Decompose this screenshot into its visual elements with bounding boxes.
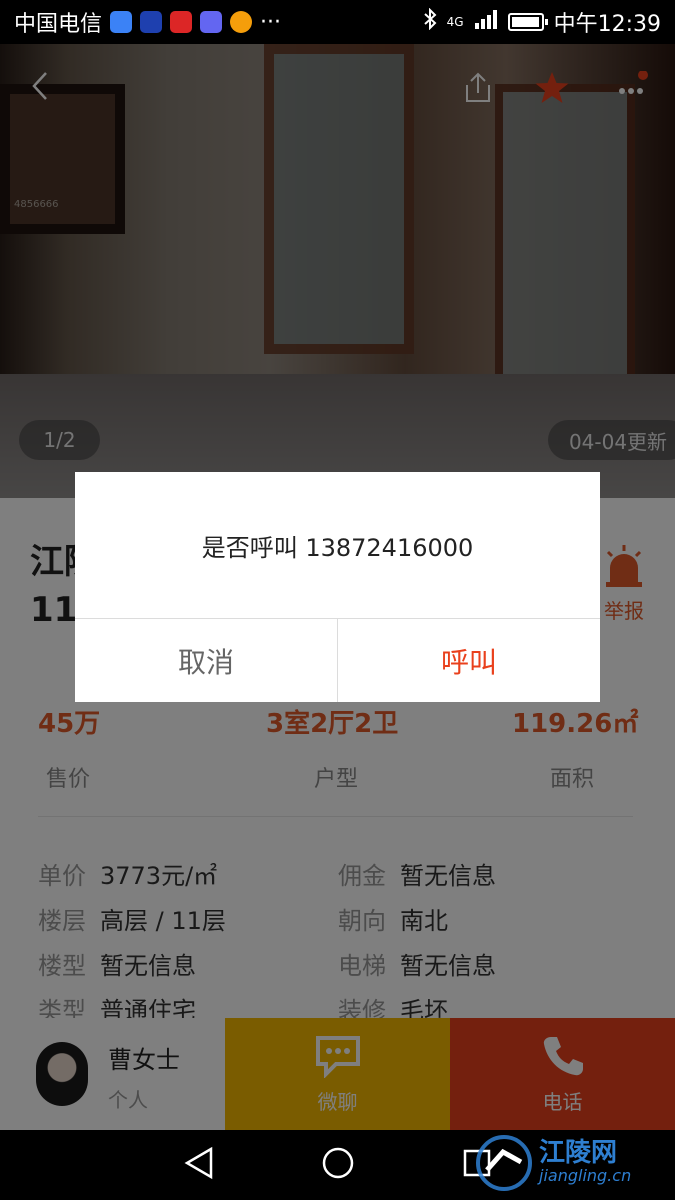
watermark: 江陵网 jiangling.cn bbox=[473, 1132, 663, 1194]
clock: 中午12:39 bbox=[553, 12, 661, 37]
watermark-logo-icon bbox=[476, 1135, 532, 1191]
nav-back-button[interactable] bbox=[183, 1146, 215, 1184]
watermark-url: jiangling.cn bbox=[539, 1166, 632, 1185]
bluetooth-icon bbox=[423, 7, 437, 36]
call-confirm-dialog: 是否呼叫 13872416000 取消 呼叫 bbox=[75, 472, 600, 702]
call-button[interactable]: 呼叫 bbox=[338, 619, 600, 702]
network-type-label: 4G bbox=[446, 15, 464, 29]
watermark-name: 江陵网 bbox=[539, 1138, 618, 1168]
nav-home-button[interactable] bbox=[321, 1146, 355, 1184]
cancel-button[interactable]: 取消 bbox=[75, 619, 337, 702]
shield-app-icon bbox=[110, 11, 133, 33]
signal-icon bbox=[474, 9, 498, 35]
carrier-name: 中国电信 bbox=[14, 12, 103, 37]
news-app-icon bbox=[170, 11, 193, 33]
triangle-back-icon bbox=[184, 1146, 213, 1180]
dialog-message: 是否呼叫 13872416000 bbox=[201, 533, 474, 562]
more-notifications-icon: ··· bbox=[260, 9, 281, 35]
circle-home-icon bbox=[323, 1147, 354, 1179]
headset-app-icon bbox=[140, 11, 163, 33]
status-bar: 中国电信 ··· 4G 中午12:39 bbox=[0, 0, 675, 44]
signal-app-icon bbox=[200, 11, 223, 33]
browser-app-icon bbox=[230, 11, 253, 33]
battery-icon bbox=[507, 13, 548, 31]
